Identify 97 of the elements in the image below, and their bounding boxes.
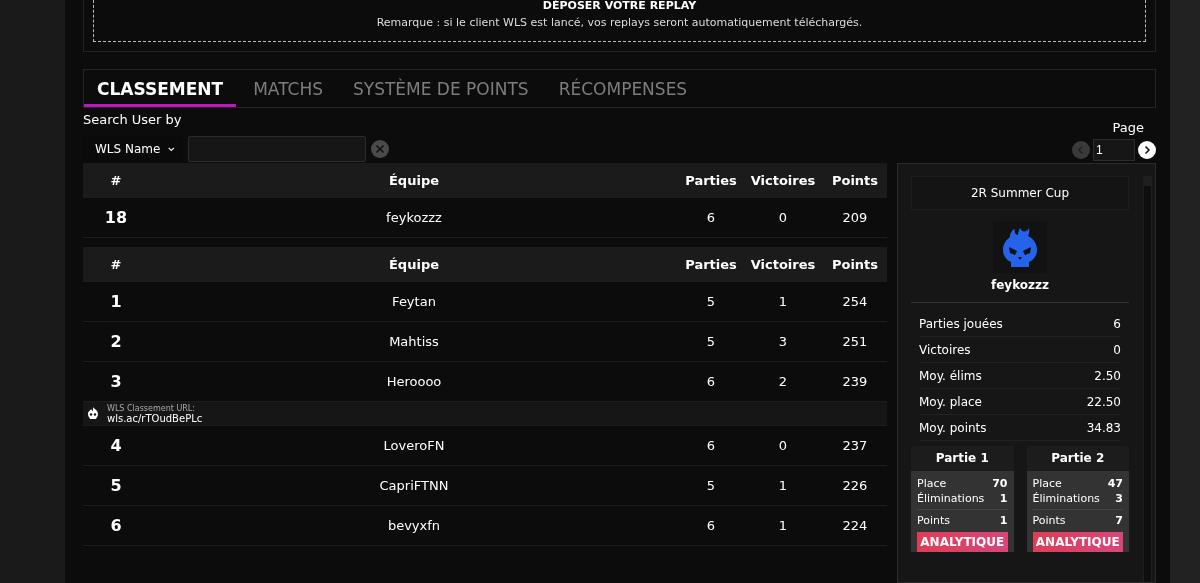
next-page-icon[interactable] (1138, 141, 1156, 159)
stat-label: Parties jouées (919, 316, 1003, 331)
game-stat-label: Points (1032, 513, 1066, 528)
game-stat-value: 3 (1115, 491, 1123, 506)
points-cell-text: 224 (841, 518, 869, 533)
rank-cell-text: 3 (109, 372, 123, 391)
table-row[interactable]: 5 CapriFTNN 5 1 226 (83, 466, 887, 506)
scrollbar[interactable] (1143, 176, 1152, 582)
wins-cell-text: 0 (777, 210, 789, 225)
column-header: Équipe (388, 172, 440, 188)
game-title: Partie 2 (1026, 446, 1129, 471)
page-label: Page (1112, 120, 1144, 135)
clear-icon[interactable] (371, 140, 389, 158)
games-cell-text: 5 (705, 294, 717, 309)
game-stat-label: Place (917, 476, 947, 491)
upload-note: Remarque : si le client WLS est lancé, vos replays seront automatiquement téléchargés. (376, 16, 863, 29)
column-header: Équipe (388, 256, 440, 272)
column-header: Parties (684, 172, 738, 188)
wins-cell-text: 3 (777, 334, 789, 349)
stat-value: 0 (1113, 342, 1121, 357)
url-label: WLS Classement URL: (107, 403, 196, 414)
team-cell-text: Feytan (391, 294, 437, 309)
games-cell-text: 6 (705, 210, 717, 225)
table-row[interactable]: 6 bevyxfn 6 1 224 (83, 506, 887, 546)
rank-cell-text: 5 (109, 476, 123, 495)
stat-value: 34.83 (1086, 420, 1121, 435)
rank-cell-text: 2 (109, 332, 123, 351)
table-row[interactable]: 18 feykozzz 6 0 209 (83, 198, 887, 238)
analytics-button[interactable]: ANALYTIQUE (1032, 532, 1123, 552)
wins-cell-text: 1 (777, 478, 789, 493)
stat-label: Moy. place (919, 394, 982, 409)
game-stat-value: 47 (1107, 476, 1123, 491)
stat-value: 6 (1113, 316, 1121, 331)
team-cell-text: CapriFTNN (378, 478, 450, 493)
stat-label: Moy. points (919, 420, 987, 435)
team-cell-text: Heroooo (385, 374, 443, 389)
points-cell-text: 209 (841, 210, 869, 225)
game-stat-value: 1 (999, 513, 1008, 528)
analytics-button[interactable]: ANALYTIQUE (917, 532, 1008, 552)
points-cell-text: 237 (841, 438, 869, 453)
search-field[interactable] (188, 136, 366, 162)
stat-label: Victoires (919, 342, 971, 357)
column-header: # (109, 256, 123, 272)
skull-logo-icon (87, 407, 99, 420)
game-stat-label: Éliminations (1032, 491, 1100, 506)
wins-cell-text: 0 (777, 438, 789, 453)
stat-value: 2.50 (1094, 368, 1121, 383)
points-cell-text: 226 (841, 478, 869, 493)
game-title: Partie 1 (911, 446, 1014, 471)
tab[interactable]: MATCHS (240, 70, 336, 107)
team-cell-text: Mahtiss (388, 334, 440, 349)
avatar-icon (993, 221, 1047, 273)
wins-cell-text: 2 (777, 374, 789, 389)
game-stat-value: 70 (992, 476, 1008, 491)
rank-cell-text: 6 (109, 516, 123, 535)
column-header: Parties (684, 256, 738, 272)
games-cell-text: 6 (705, 438, 717, 453)
column-header: Victoires (749, 256, 817, 272)
previous-page-icon[interactable] (1072, 141, 1090, 159)
column-header: Points (830, 256, 880, 272)
points-cell-text: 251 (841, 334, 869, 349)
wins-cell-text: 1 (777, 294, 789, 309)
tab[interactable]: RÉCOMPENSES (545, 70, 701, 107)
table-row[interactable]: 2 Mahtiss 5 3 251 (83, 322, 887, 362)
column-header: Points (830, 172, 880, 188)
team-cell-text: bevyxfn (386, 518, 442, 533)
games-cell-text: 5 (705, 334, 717, 349)
rank-cell-text: 4 (109, 436, 123, 455)
points-cell-text: 254 (841, 294, 869, 309)
column-header: Victoires (749, 172, 817, 188)
rank-cell-text: 1 (109, 292, 123, 311)
page-field[interactable]: 1 (1093, 139, 1135, 161)
team-cell-text: feykozzz (385, 210, 443, 225)
url-link[interactable]: wls.ac/rTOudBePLc (107, 413, 203, 424)
game-stat-label: Place (1032, 476, 1062, 491)
game-stat-label: Éliminations (917, 491, 985, 506)
team-cell-text: LoveroFN (382, 438, 446, 453)
wins-cell-text: 1 (777, 518, 789, 533)
games-cell-text: 6 (705, 374, 717, 389)
event-title: 2R Summer Cup (911, 176, 1129, 210)
table-row[interactable]: 1 Feytan 5 1 254 (83, 282, 887, 322)
table-row[interactable]: 4 LoveroFN 6 0 237 (83, 426, 887, 466)
games-cell-text: 5 (705, 478, 717, 493)
column-header: # (109, 172, 123, 188)
game-stat-value: 1 (999, 491, 1008, 506)
player-name: feykozzz (911, 278, 1129, 303)
tab[interactable]: SYSTÈME DE POINTS (339, 70, 542, 107)
games-cell-text: 6 (705, 518, 717, 533)
stat-label: Moy. élims (919, 368, 982, 383)
game-stat-label: Points (917, 513, 951, 528)
rank-cell-text: 18 (103, 208, 129, 227)
stat-value: 22.50 (1086, 394, 1121, 409)
search-label: Search User by (83, 112, 183, 127)
game-stat-value: 7 (1115, 513, 1123, 528)
points-cell-text: 239 (841, 374, 869, 389)
tab[interactable]: CLASSEMENT (84, 70, 237, 107)
chevron-down-icon (168, 145, 175, 153)
